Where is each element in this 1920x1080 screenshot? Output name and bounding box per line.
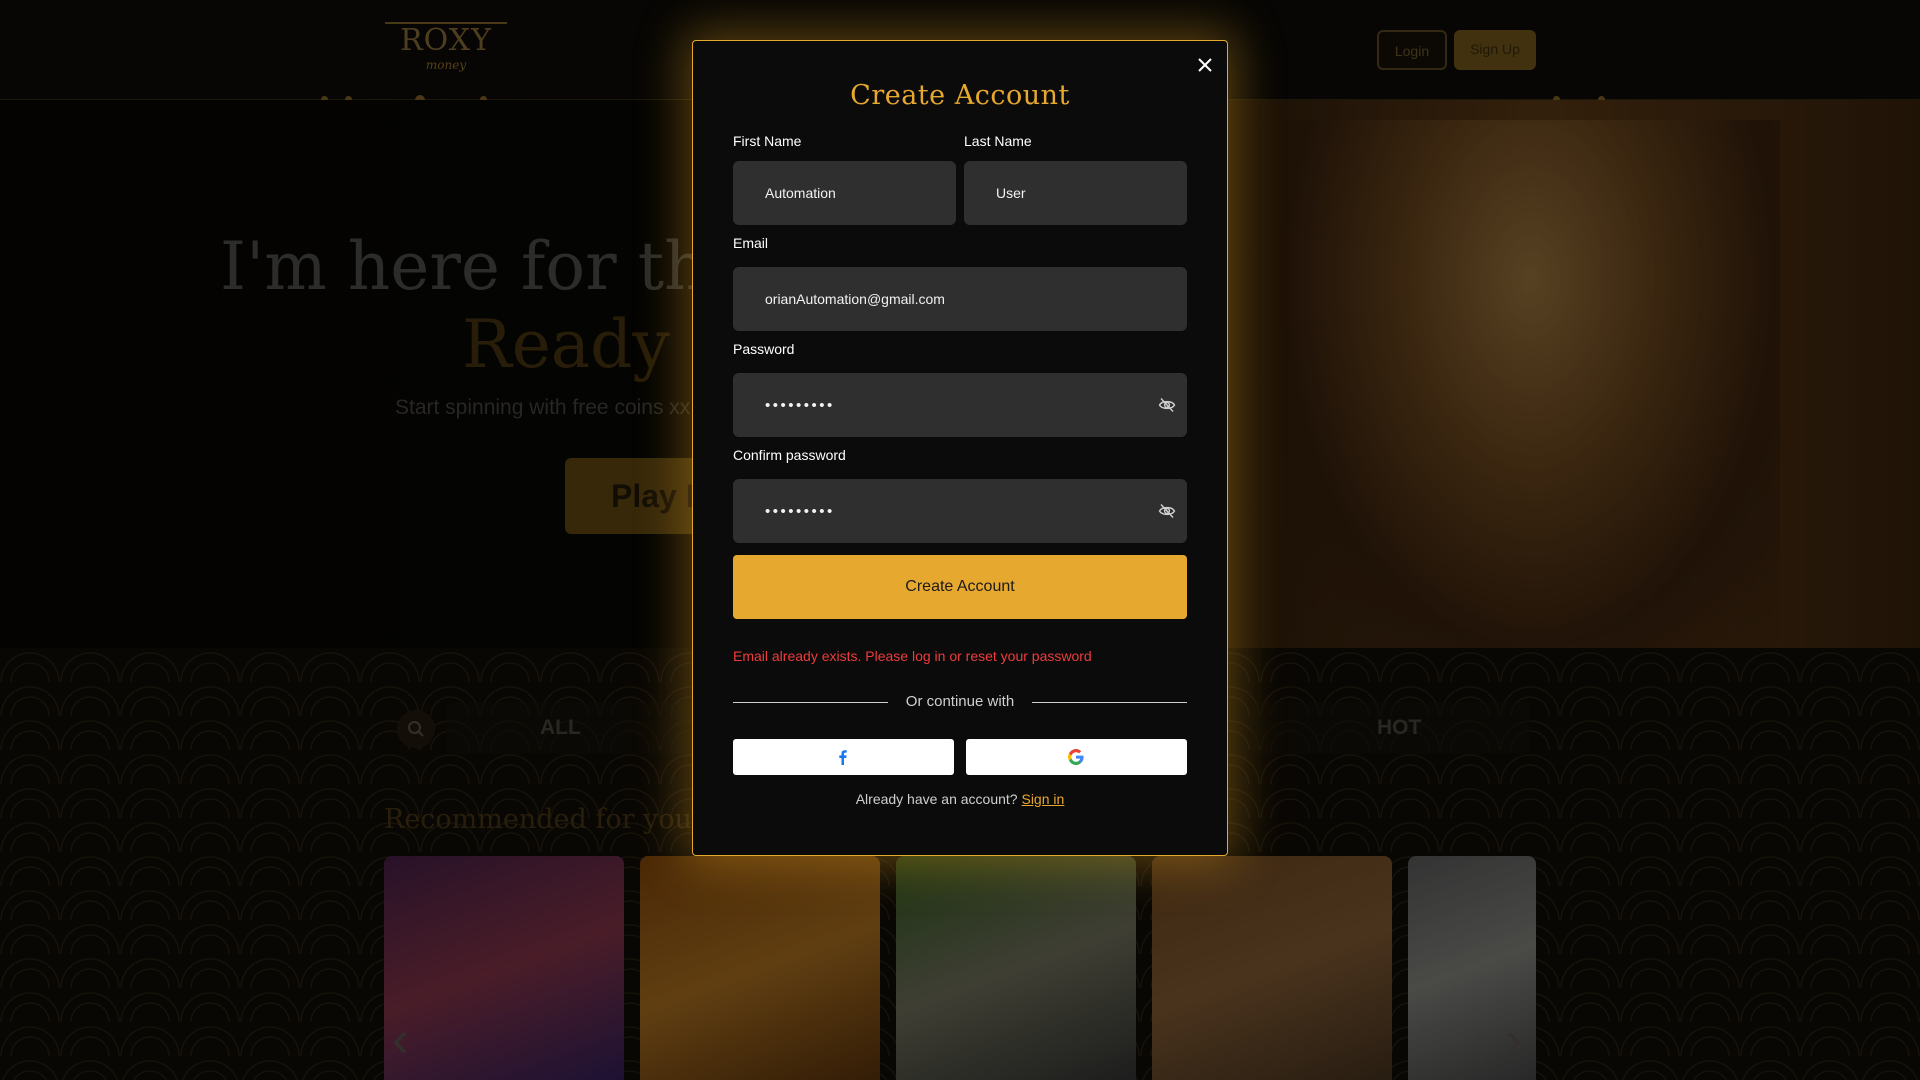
error-message: Email already exists. Please log in or r…	[733, 648, 1092, 664]
first-name-label: First Name	[733, 133, 802, 149]
google-icon	[1068, 749, 1084, 765]
first-name-field[interactable]	[733, 161, 956, 225]
email-field[interactable]	[733, 267, 1187, 331]
confirm-password-label: Confirm password	[733, 447, 846, 463]
email-label: Email	[733, 235, 769, 251]
confirm-password-field[interactable]	[733, 479, 1187, 543]
last-name-field[interactable]	[964, 161, 1187, 225]
facebook-icon	[839, 750, 847, 765]
divider-text: Or continue with	[905, 693, 1015, 710]
eye-off-icon[interactable]	[1158, 502, 1176, 520]
google-login-button[interactable]	[966, 739, 1187, 775]
signin-prompt: Already have an account?	[855, 791, 1018, 807]
password-field[interactable]	[733, 373, 1187, 437]
modal-title: Create Account	[850, 80, 1070, 111]
create-account-button[interactable]: Create Account	[733, 555, 1187, 619]
password-label: Password	[733, 341, 795, 357]
signin-link[interactable]: Sign in	[1021, 791, 1064, 807]
facebook-login-button[interactable]	[733, 739, 954, 775]
signin-row: Already have an account? Sign in	[692, 791, 1228, 807]
close-icon[interactable]	[1192, 52, 1218, 78]
last-name-label: Last Name	[964, 133, 1032, 149]
eye-off-icon[interactable]	[1158, 396, 1176, 414]
